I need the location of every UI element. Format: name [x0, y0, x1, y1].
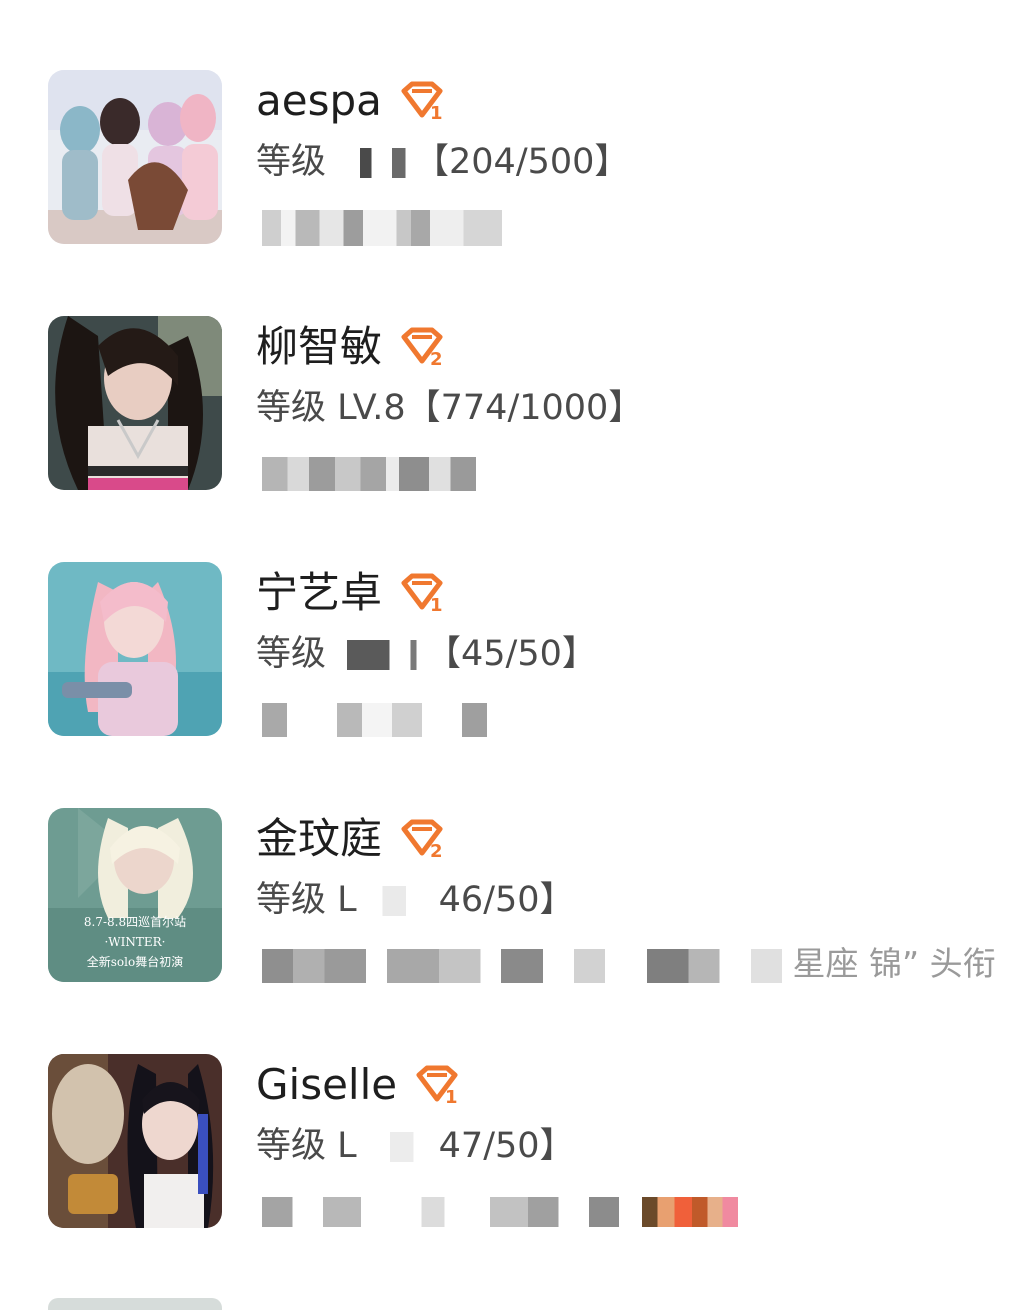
- level-prefix: 等级: [256, 388, 327, 428]
- diamond-badge-icon: 1: [400, 573, 444, 613]
- mosaic-mask: [328, 640, 425, 670]
- svg-text:2: 2: [430, 349, 443, 367]
- mosaic-block: [262, 209, 502, 246]
- name-text: 柳智敏: [256, 322, 383, 371]
- member-photo-image: [48, 1054, 222, 1228]
- avatar-giselle[interactable]: [48, 1054, 222, 1228]
- member-photo-image: [48, 316, 222, 490]
- svg-text:1: 1: [445, 1087, 458, 1105]
- list-item-ningning[interactable]: 宁艺卓 1 等级 【45/50】: [0, 562, 1026, 792]
- group-name: aespa 1: [256, 74, 444, 128]
- name-text: 金玟庭: [256, 814, 383, 863]
- list-item-karina[interactable]: 柳智敏 2 等级 LV.8【774/1000】: [0, 316, 1026, 546]
- diamond-badge-icon: 1: [415, 1065, 459, 1105]
- svg-text:1: 1: [430, 103, 443, 121]
- avatar-karina[interactable]: [48, 316, 222, 490]
- level-info: 等级 LV.8【774/1000】: [256, 386, 643, 430]
- level-progress: 【45/50】: [426, 634, 597, 674]
- mosaic-block: [262, 948, 782, 983]
- level-progress: 【204/500】: [414, 142, 630, 182]
- description-text: 星座 锦” 头衔: [792, 944, 996, 983]
- diamond-badge-icon: 2: [400, 819, 444, 859]
- fan-group-list: aespa 1 等级 【204/500】 柳智敏 2 等级 LV.8【774/1…: [0, 0, 1026, 1310]
- list-item-winter[interactable]: 8.7-8.8四巡首尔站 ·WINTER· 全新solo舞台初演 金玟庭 2 等…: [0, 808, 1026, 1038]
- level-progress: 47/50】: [438, 1126, 575, 1166]
- avatar-winter[interactable]: 8.7-8.8四巡首尔站 ·WINTER· 全新solo舞台初演: [48, 808, 222, 982]
- level-prefix: 等级: [256, 1126, 327, 1166]
- name-text: aespa: [256, 76, 382, 125]
- mosaic-mask: [358, 886, 437, 916]
- mosaic-block-colored: [642, 1196, 738, 1227]
- level-prefix: 等级: [256, 880, 327, 920]
- description-mosaic: [262, 698, 1026, 738]
- level-value: L: [337, 880, 357, 920]
- mosaic-mask: [328, 148, 413, 178]
- level-value: L: [337, 1126, 357, 1166]
- description-mosaic: [262, 452, 1026, 492]
- level-info: 等级 L 46/50】: [256, 878, 575, 922]
- level-info: 等级 【45/50】: [256, 632, 597, 676]
- diamond-badge-icon: 2: [400, 327, 444, 367]
- mosaic-block: [262, 456, 476, 491]
- level-progress: 【774/1000】: [405, 388, 644, 428]
- level-info: 等级 L 47/50】: [256, 1124, 575, 1168]
- level-progress: 46/50】: [438, 880, 575, 920]
- svg-text:2: 2: [430, 841, 443, 859]
- mosaic-block: [262, 1196, 642, 1227]
- member-name: 金玟庭 2: [256, 812, 444, 866]
- member-photo-image: 8.7-8.8四巡首尔站 ·WINTER· 全新solo舞台初演: [48, 808, 222, 982]
- member-photo-image: [48, 562, 222, 736]
- diamond-badge-icon: 1: [400, 81, 444, 121]
- mosaic-block: [262, 702, 512, 737]
- name-text: 宁艺卓: [256, 568, 383, 617]
- next-item-avatar-partial: [48, 1298, 222, 1310]
- member-name: 柳智敏 2: [256, 320, 444, 374]
- description: 星座 锦” 头衔: [262, 944, 1026, 984]
- description-mosaic: [262, 206, 1026, 246]
- level-info: 等级 【204/500】: [256, 140, 629, 184]
- list-item-giselle[interactable]: Giselle 1 等级 L 47/50】: [0, 1054, 1026, 1284]
- level-prefix: 等级: [256, 634, 327, 674]
- member-name: 宁艺卓 1: [256, 566, 444, 620]
- avatar-ningning[interactable]: [48, 562, 222, 736]
- group-photo-image: [48, 70, 222, 244]
- svg-text:全新solo舞台初演: 全新solo舞台初演: [87, 954, 183, 969]
- svg-text:·WINTER·: ·WINTER·: [104, 935, 165, 949]
- name-text: Giselle: [256, 1060, 398, 1109]
- member-name: Giselle 1: [256, 1058, 459, 1112]
- level-value: LV.8: [337, 388, 406, 428]
- svg-text:1: 1: [430, 595, 443, 613]
- mosaic-mask: [358, 1132, 437, 1162]
- level-prefix: 等级: [256, 142, 327, 182]
- svg-text:8.7-8.8四巡首尔站: 8.7-8.8四巡首尔站: [84, 914, 186, 929]
- list-item-aespa[interactable]: aespa 1 等级 【204/500】: [0, 70, 1026, 300]
- avatar-aespa[interactable]: [48, 70, 222, 244]
- description-mosaic: [262, 1190, 1026, 1230]
